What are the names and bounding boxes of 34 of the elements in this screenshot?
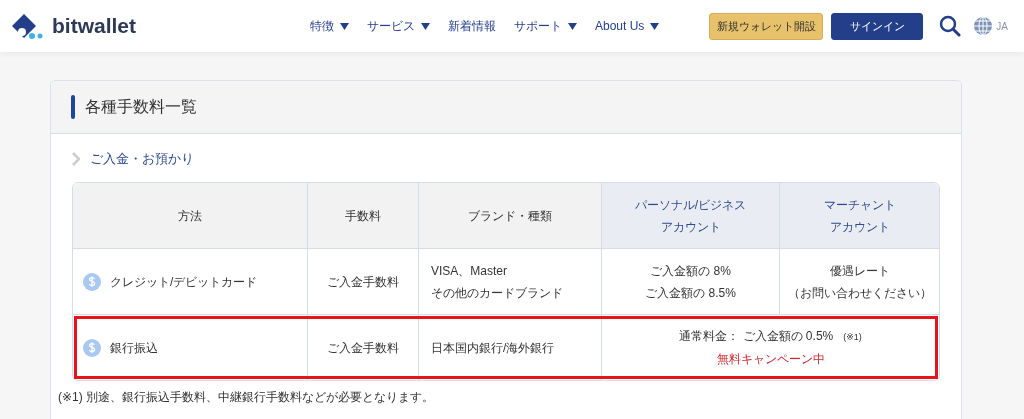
- table-cell-text: 銀行振込: [110, 339, 158, 357]
- table-cell: 優遇レート （お問い合わせください）: [780, 249, 939, 315]
- table-cell-text: クレジット/デビットカード: [110, 273, 258, 291]
- nav-link[interactable]: 新着情報: [448, 17, 496, 35]
- campaign-label: 無料キャンペーン中: [715, 351, 826, 368]
- nav-link[interactable]: 特徴: [310, 17, 349, 35]
- footnote-text: (※1) 別途、銀行振込手数料、中継銀行手数料などが必要となります。: [58, 389, 436, 406]
- logo-icon: [10, 12, 44, 40]
- dollar-coin-icon: [83, 338, 101, 357]
- footnote-mark: (※1): [843, 331, 862, 344]
- header-button[interactable]: サインイン: [831, 12, 924, 40]
- column-header: 手数料: [308, 183, 419, 249]
- search-icon[interactable]: [939, 15, 962, 37]
- dollar-coin-icon: [83, 272, 101, 291]
- chevron-icon: [72, 152, 80, 166]
- section-title: ご入金・お預かり: [90, 150, 194, 168]
- column-header: マーチャント アカウント: [780, 183, 939, 249]
- card-title: 各種手数料一覧: [85, 96, 197, 117]
- header-button[interactable]: 新規ウォレット開設: [709, 12, 824, 40]
- column-header: 方法: [73, 183, 308, 249]
- table-cell: ご入金額の 8% ご入金額の 8.5%: [602, 249, 780, 315]
- nav-link[interactable]: サービス: [367, 17, 430, 35]
- globe-icon[interactable]: [973, 16, 994, 36]
- table-cell: ご入金手数料: [308, 315, 419, 380]
- column-header: ブランド・種類: [419, 183, 602, 249]
- table-cell: ご入金手数料: [308, 249, 419, 315]
- logo-text: bitwallet: [52, 14, 136, 38]
- accent-bar: [71, 95, 75, 119]
- table-cell: VISA、Master その他のカードブランド: [419, 249, 602, 315]
- table-cell: 日本国内銀行/海外銀行: [419, 315, 602, 380]
- table-cell-text: 通常料金： ご入金額の 0.5%: [679, 328, 834, 345]
- nav-link[interactable]: サポート: [514, 17, 577, 35]
- nav-link[interactable]: About Us: [595, 17, 660, 35]
- column-header: パーソナル/ビジネス アカウント: [602, 183, 780, 249]
